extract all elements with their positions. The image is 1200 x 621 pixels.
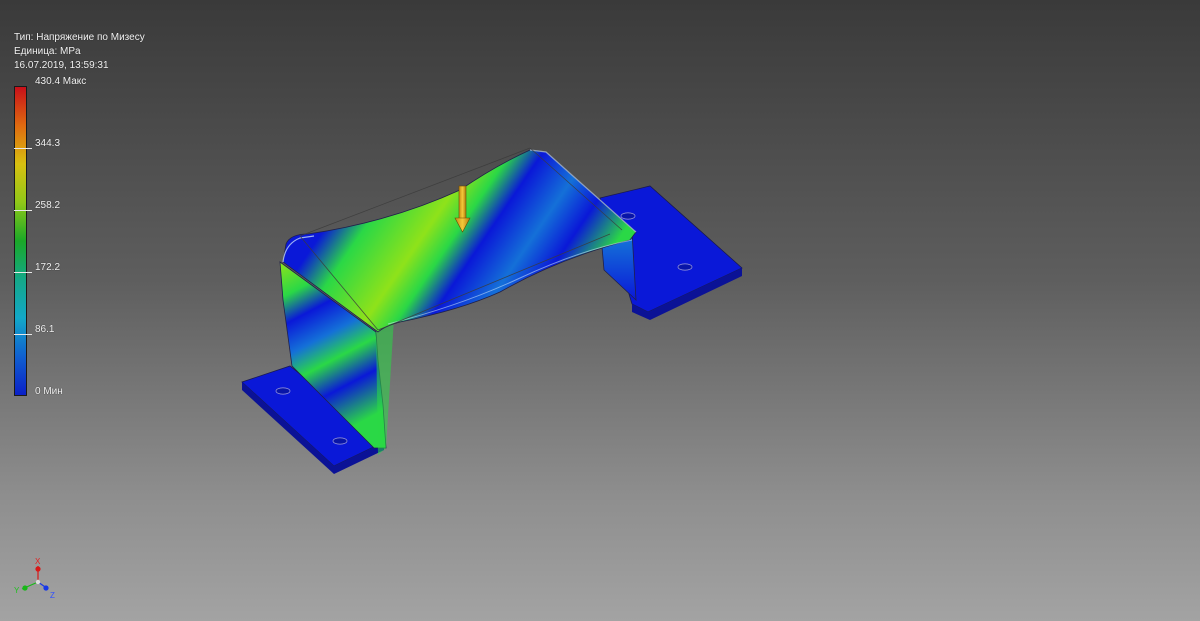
bolt-hole: [332, 437, 348, 445]
axis-z-label: Z: [50, 591, 55, 600]
axis-y-label: Y: [14, 586, 20, 595]
bolt-hole: [677, 263, 693, 271]
analysis-viewport[interactable]: Тип: Напряжение по Мизесу Единица: MPa 1…: [0, 0, 1200, 621]
bolt-hole: [275, 387, 291, 395]
bolt-hole: [620, 212, 636, 220]
axis-triad-icon[interactable]: X Y Z: [10, 556, 70, 606]
stress-model[interactable]: [0, 0, 1200, 621]
axis-x-label: X: [35, 557, 41, 566]
